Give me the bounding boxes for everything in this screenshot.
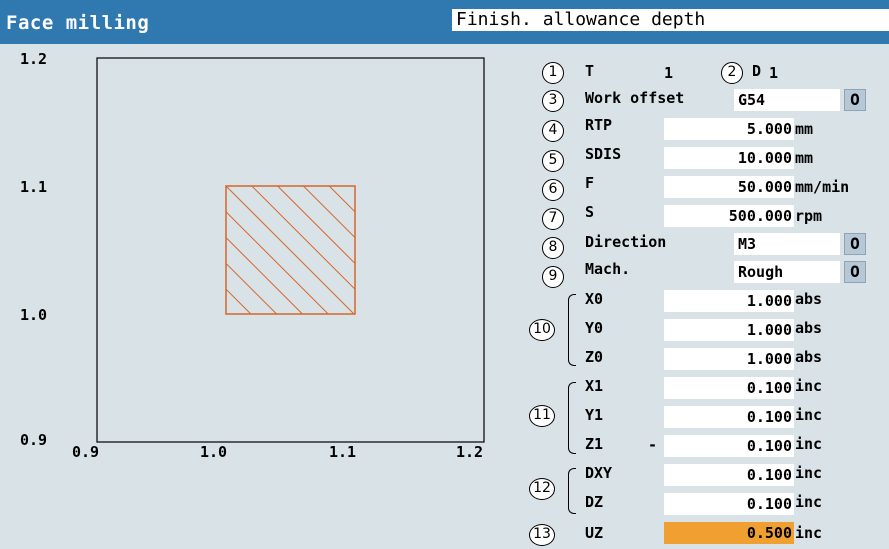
group12-bracket	[568, 468, 576, 514]
workpiece	[97, 185, 356, 315]
d-label: D	[752, 62, 762, 80]
workpiece-hatch	[97, 186, 355, 314]
callout-10: 10	[529, 319, 555, 341]
x-tick-1-2: 1.2	[456, 443, 484, 461]
callout-2: 2	[721, 62, 743, 84]
rtp-unit: mm	[795, 120, 814, 138]
d-value[interactable]: 1	[769, 64, 778, 82]
f-unit: mm/min	[795, 178, 850, 196]
uz-label: UZ	[585, 524, 604, 542]
t-value[interactable]: 1	[664, 64, 673, 82]
y1-unit: inc	[795, 406, 823, 424]
dxy-label: DXY	[585, 464, 613, 482]
dxy-unit: inc	[795, 464, 823, 482]
x0-label: X0	[585, 290, 604, 308]
callout-12: 12	[529, 478, 555, 500]
rtp-field[interactable]: 5.000	[664, 118, 794, 140]
field-hint: Finish. allowance depth	[452, 9, 889, 31]
work-offset-toggle[interactable]: O	[844, 89, 866, 111]
hatch-line	[328, 186, 355, 213]
y0-label: Y0	[585, 319, 604, 337]
z0-unit: abs	[795, 348, 823, 366]
hatch-line	[226, 288, 252, 314]
direction-field[interactable]: M3	[734, 233, 840, 255]
dxy-field[interactable]: 0.100	[664, 464, 794, 486]
y0-field[interactable]: 1.000	[664, 319, 794, 341]
dz-field[interactable]: 0.100	[664, 493, 794, 515]
s-unit: rpm	[795, 207, 823, 225]
x-tick-1-1: 1.1	[329, 443, 357, 461]
window-title: Face milling	[6, 12, 150, 34]
y-tick-1-2: 1.2	[20, 50, 48, 68]
s-field[interactable]: 500.000	[664, 205, 794, 227]
mach-label: Mach.	[585, 260, 631, 278]
z1-sign: -	[648, 436, 658, 454]
x-tick-1-0: 1.0	[200, 443, 228, 461]
x0-unit: abs	[795, 290, 823, 308]
callout-5: 5	[542, 150, 564, 172]
z0-field[interactable]: 1.000	[664, 348, 794, 370]
hatch-line	[226, 236, 303, 314]
z1-unit: inc	[795, 435, 823, 453]
y0-unit: abs	[795, 319, 823, 337]
hatch-line	[277, 186, 355, 265]
preview-graph: 1.2 1.1 1.0 0.9 0.9 1.0 1.1 1.2	[0, 44, 520, 474]
callout-7: 7	[542, 208, 564, 230]
callout-6: 6	[542, 179, 564, 201]
x-tick-0-9: 0.9	[72, 443, 100, 461]
callout-4: 4	[542, 120, 564, 142]
y-tick-1-1: 1.1	[20, 178, 48, 196]
work-offset-label: Work offset	[585, 89, 685, 107]
z1-label: Z1	[585, 435, 604, 453]
t-label: T	[585, 62, 595, 80]
callout-13: 13	[529, 524, 555, 546]
mach-toggle[interactable]: O	[844, 261, 866, 283]
callout-3: 3	[542, 90, 564, 112]
hatch-line	[354, 186, 355, 187]
uz-field[interactable]: 0.500	[664, 522, 794, 544]
graph-svg	[96, 57, 485, 443]
z0-label: Z0	[585, 348, 604, 366]
y-tick-1-0: 1.0	[20, 306, 48, 324]
s-label: S	[585, 203, 595, 221]
callout-8: 8	[542, 237, 564, 259]
hatch-line	[226, 186, 355, 314]
cycle-icon: O	[850, 90, 860, 109]
y1-field[interactable]: 0.100	[664, 406, 794, 428]
dz-label: DZ	[585, 493, 604, 511]
x1-field[interactable]: 0.100	[664, 377, 794, 399]
x0-field[interactable]: 1.000	[664, 290, 794, 312]
sdis-unit: mm	[795, 149, 814, 167]
rtp-label: RTP	[585, 116, 613, 134]
z1-field[interactable]: 0.100	[664, 435, 794, 457]
hatch-line	[97, 186, 225, 314]
cycle-icon: O	[850, 234, 860, 253]
f-field[interactable]: 50.000	[664, 176, 794, 198]
mach-field[interactable]: Rough	[734, 261, 840, 283]
direction-label: Direction	[585, 233, 667, 251]
f-label: F	[585, 174, 595, 192]
title-bar: Face milling Finish. allowance depth	[0, 0, 889, 44]
group10-bracket	[568, 294, 576, 366]
x1-label: X1	[585, 377, 604, 395]
sdis-field[interactable]: 10.000	[664, 147, 794, 169]
hatch-line	[251, 186, 355, 290]
callout-9: 9	[542, 266, 564, 288]
hatch-line	[226, 211, 329, 314]
sdis-label: SDIS	[585, 145, 622, 163]
direction-toggle[interactable]: O	[844, 233, 866, 255]
dz-unit: inc	[795, 493, 823, 511]
work-offset-field[interactable]: G54	[734, 89, 840, 111]
hatch-line	[303, 186, 355, 239]
y-tick-0-9: 0.9	[20, 431, 48, 449]
uz-unit: inc	[795, 524, 823, 542]
callout-1: 1	[542, 62, 564, 84]
cycle-icon: O	[850, 262, 860, 281]
y1-label: Y1	[585, 406, 604, 424]
x1-unit: inc	[795, 377, 823, 395]
group11-bracket	[568, 382, 576, 454]
callout-11: 11	[529, 405, 555, 427]
hatch-line	[226, 262, 277, 314]
